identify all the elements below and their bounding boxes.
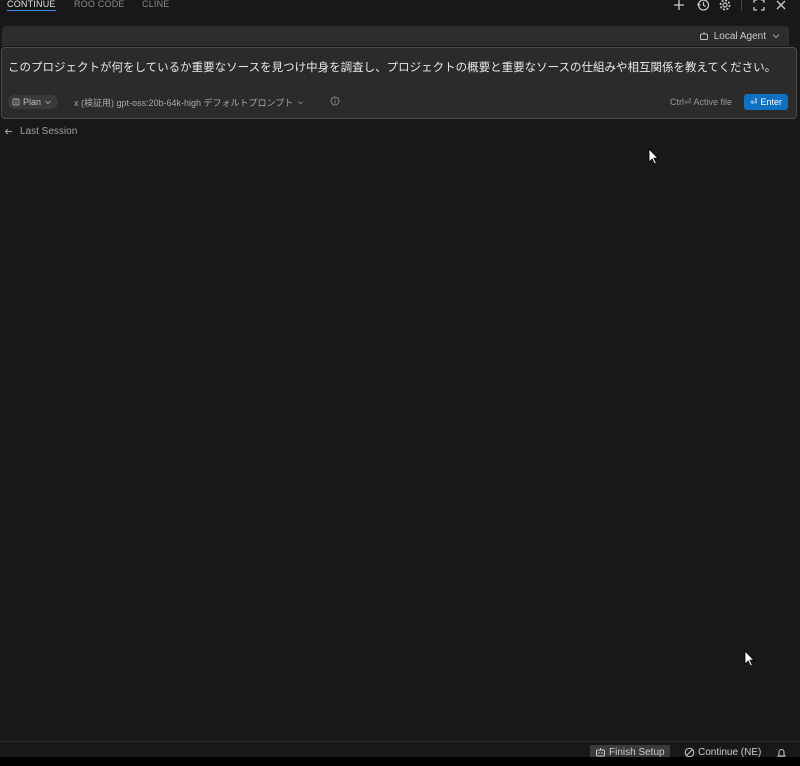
toolbar-divider [741,0,742,11]
enter-button-label: Enter [760,97,782,107]
model-label: x (検証用) gpt-oss:20b-64k-high デフォルトプロンプト [74,97,294,108]
panel-tab-bar: CONTINUE ROO CODE CLINE [0,0,800,14]
continue-panel: CONTINUE ROO CODE CLINE Local Agent このプロ… [0,0,800,766]
finish-setup-label: Finish Setup [609,746,665,758]
last-session-label: Last Session [20,125,78,137]
mode-selector[interactable]: Plan [8,95,59,109]
plus-icon[interactable] [672,0,686,12]
agent-icon [699,32,708,40]
prompt-text[interactable]: このプロジェクトが何をしているか重要なソースを見つけ中身を調査し、プロジェクトの… [8,59,776,75]
enter-icon: ⏎ [749,96,758,107]
chevron-down-icon [298,100,304,104]
agent-selector-label: Local Agent [713,30,766,42]
robot-icon [596,747,605,756]
chevron-down-icon [45,100,51,105]
history-icon[interactable] [696,0,710,12]
continue-status-label: Continue (NE) [698,746,762,758]
window-bottom-edge [0,757,800,766]
input-toolbar: Plan x (検証用) gpt-oss:20b-64k-high デフォルトプ… [8,94,788,110]
last-session-link[interactable]: Last Session [4,125,77,137]
chevron-down-icon [772,34,780,39]
mode-label: Plan [23,97,42,107]
enter-button[interactable]: ⏎ Enter [743,94,788,110]
close-icon[interactable] [774,0,788,12]
plan-icon [12,98,20,106]
mouse-cursor-icon [744,650,755,667]
tab-continue[interactable]: CONTINUE [7,0,56,11]
gear-icon[interactable] [718,0,732,12]
arrow-left-icon [4,128,12,134]
expand-icon[interactable] [752,0,766,12]
chat-input-box[interactable]: このプロジェクトが何をしているか重要なソースを見つけ中身を調査し、プロジェクトの… [1,47,797,119]
model-selector[interactable]: x (検証用) gpt-oss:20b-64k-high デフォルトプロンプト [74,95,304,109]
agent-selector[interactable]: Local Agent [699,28,781,44]
active-file-hint[interactable]: Ctrl⏎ Active file [670,95,732,109]
mouse-cursor-icon [648,148,659,165]
info-icon[interactable] [330,96,340,106]
prohibited-icon [684,747,695,757]
tab-cline[interactable]: CLINE [142,0,170,11]
agent-bar: Local Agent [2,26,789,46]
tab-roo-code[interactable]: ROO CODE [74,0,125,11]
